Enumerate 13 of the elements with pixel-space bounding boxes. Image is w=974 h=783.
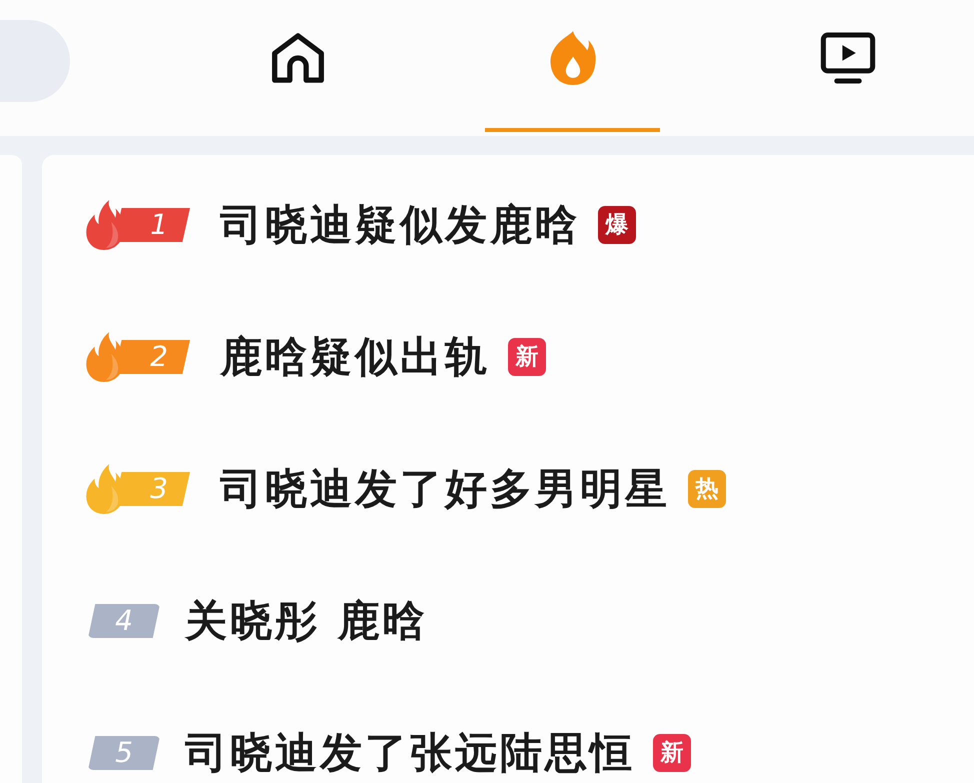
hot-search-tag: 新 [653,734,691,772]
tv-play-icon [820,30,876,86]
hot-search-tag: 热 [688,470,726,508]
hot-search-tag: 新 [508,338,546,376]
hot-search-title[interactable]: 鹿晗疑似出轨 [220,332,490,382]
hot-search-title[interactable]: 司晓迪疑似发鹿晗 [220,200,580,250]
hot-search-title[interactable]: 司晓迪发了张远陆思恒 [185,728,635,778]
home-icon [270,30,326,86]
rank-badge: 4 [88,604,160,638]
hot-search-title[interactable]: 司晓迪发了好多男明星 [220,464,670,514]
hot-search-tag: 爆 [598,206,636,244]
rank-badge: 5 [88,736,160,770]
hot-search-title[interactable]: 关晓彤 鹿晗 [185,596,428,646]
